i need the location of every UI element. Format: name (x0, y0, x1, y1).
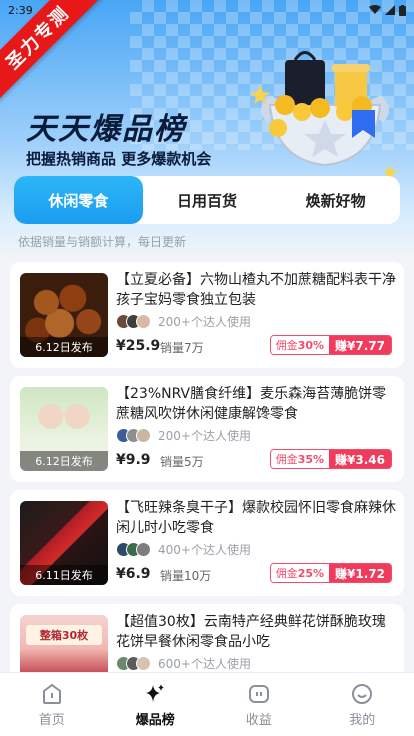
commission-earn: 赚¥7.77 (329, 336, 391, 354)
status-time: 2:39 (8, 3, 33, 17)
commission-rate: 佣金 25% (270, 564, 330, 582)
wallet-icon (248, 684, 269, 703)
nav-home-label: 首页 (38, 712, 65, 728)
commission-rate: 佣金 35% (270, 450, 330, 468)
category-tabs: 休闲零食 日用百货 焕新好物 (14, 176, 400, 224)
tab-daily-goods[interactable]: 日用百货 (143, 176, 272, 224)
trophy-illustration (250, 51, 397, 179)
creator-usage: 200+个达人使用 (116, 427, 251, 444)
product-card[interactable]: 6.12日发布 【23%NRV膳食纤维】麦乐森海苔薄脆饼零蔗糖风吹饼休闲健康解馋… (10, 376, 404, 482)
sparkle-icon (146, 683, 165, 702)
product-sales: 销量5万 (160, 455, 204, 469)
avatar (136, 542, 151, 557)
creator-usage: 400+个达人使用 (116, 541, 251, 558)
product-title: 【23%NRV膳食纤维】麦乐森海苔薄脆饼零蔗糖风吹饼休闲健康解馋零食 (116, 386, 387, 422)
nav-profile-label: 我的 (349, 712, 376, 728)
bottom-nav: 首页 爆品榜 收益 我的 (0, 672, 414, 736)
creator-count: 400+个达人使用 (158, 543, 251, 557)
product-price: ¥6.9 (116, 566, 151, 582)
battery-icon (399, 4, 406, 16)
creator-usage: 200+个达人使用 (116, 313, 251, 330)
nav-profile[interactable]: 我的 (311, 673, 414, 736)
product-image: 6.12日发布 (20, 273, 108, 357)
nav-home[interactable]: 首页 (0, 673, 104, 736)
product-price: ¥25.9 (116, 338, 161, 354)
creator-count: 600+个达人使用 (158, 657, 251, 671)
product-title: 【超值30枚】云南特产经典鲜花饼酥脆玫瑰花饼早餐休闲零食品小吃 (116, 614, 386, 650)
product-title: 【飞旺辣条臭干子】爆款校园怀旧零食麻辣休闲儿时小吃零食 (116, 500, 396, 536)
commission-badge: 佣金 25% 赚¥1.72 (269, 563, 392, 583)
product-price: ¥9.9 (116, 452, 151, 468)
creator-count: 200+个达人使用 (158, 315, 251, 329)
product-image: 6.12日发布 (20, 387, 108, 471)
page-subtitle: 把握热销商品 更多爆款机会 (26, 150, 212, 168)
creator-count: 200+个达人使用 (158, 429, 251, 443)
signal-icon (385, 5, 395, 15)
publish-date: 6.11日发布 (20, 565, 108, 585)
commission-badge: 佣金 30% 赚¥7.77 (269, 335, 392, 355)
creator-usage: 600+个达人使用 (116, 655, 251, 672)
commission-earn: 赚¥1.72 (329, 564, 391, 582)
tab-snacks[interactable]: 休闲零食 (14, 176, 143, 224)
publish-date: 6.12日发布 (20, 451, 108, 471)
home-icon (42, 683, 61, 704)
product-sales: 销量10万 (160, 569, 212, 583)
avatar (136, 428, 151, 443)
tab-new-goods[interactable]: 焕新好物 (271, 176, 400, 224)
publish-date: 6.12日发布 (20, 337, 108, 357)
commission-rate: 佣金 30% (270, 336, 330, 354)
avatar (136, 656, 151, 671)
commission-badge: 佣金 35% 赚¥3.46 (269, 449, 392, 469)
product-sales: 销量7万 (160, 341, 204, 355)
nav-earnings[interactable]: 收益 (207, 673, 311, 736)
avatar (136, 314, 151, 329)
product-card[interactable]: 6.12日发布 【立夏必备】六物山楂丸不加蔗糖配料表干净孩子宝妈零食独立包装 2… (10, 262, 404, 368)
ranking-hint: 依据销量与销额计算，每日更新 (18, 235, 187, 249)
product-card[interactable]: 6.11日发布 【飞旺辣条臭干子】爆款校园怀旧零食麻辣休闲儿时小吃零食 400+… (10, 490, 404, 596)
product-image: 6.11日发布 (20, 501, 108, 585)
wifi-icon (369, 5, 381, 14)
thumb-label: 整箱30枚 (26, 625, 102, 645)
commission-earn: 赚¥3.46 (329, 450, 391, 468)
nav-hot-list[interactable]: 爆品榜 (104, 673, 208, 736)
product-title: 【立夏必备】六物山楂丸不加蔗糖配料表干净孩子宝妈零食独立包装 (116, 272, 396, 308)
nav-hot-list-label: 爆品榜 (135, 712, 175, 728)
page-title: 天天爆品榜 (26, 112, 186, 147)
status-icons (369, 4, 406, 16)
smile-icon (352, 683, 373, 704)
nav-earnings-label: 收益 (245, 712, 272, 728)
